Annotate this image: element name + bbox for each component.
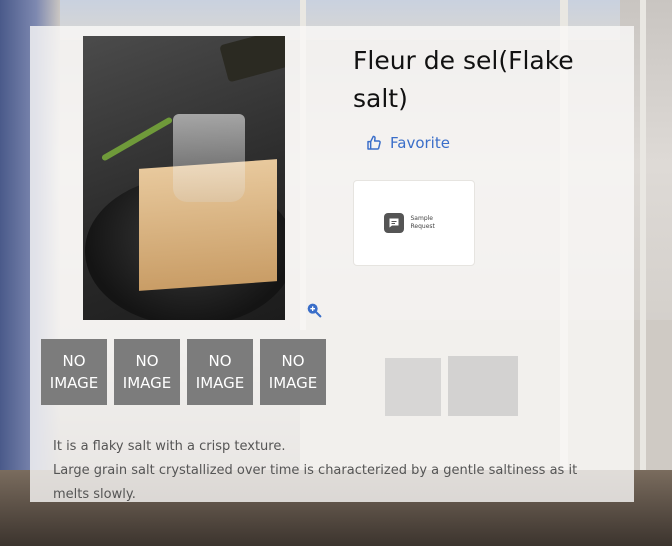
favorite-label: Favorite (390, 134, 450, 152)
thumbs-up-icon (366, 135, 382, 151)
description-line: Large grain salt crystallized over time … (53, 463, 578, 502)
thumbnail-text: IMAGE (49, 374, 99, 392)
product-title: Fleur de sel(Flake salt) (353, 46, 574, 113)
thumbnail-text: NO (62, 352, 86, 370)
photo-leaf (100, 116, 174, 162)
favorite-button[interactable]: Favorite (366, 134, 450, 152)
thumbnail-1[interactable]: NO IMAGE (41, 339, 107, 405)
thumbnail-text: IMAGE (268, 374, 318, 392)
chat-bubble-icon (383, 213, 404, 233)
background-frame-beam (640, 0, 646, 470)
product-description: It is a flaky salt with a crisp texture.… (53, 435, 613, 507)
zoom-in-icon[interactable] (306, 302, 322, 322)
thumbnail-text: NO (281, 352, 305, 370)
thumbnail-text: IMAGE (122, 374, 172, 392)
sample-request-label: Sample Request (410, 215, 435, 230)
product-main-image[interactable] (83, 36, 285, 320)
thumbnail-3[interactable]: NO IMAGE (187, 339, 253, 405)
description-line: It is a flaky salt with a crisp texture. (53, 439, 286, 454)
sample-request-button[interactable]: Sample Request (353, 180, 475, 266)
thumbnail-text: IMAGE (195, 374, 245, 392)
photo-bottle (219, 36, 285, 83)
thumbnail-text: NO (208, 352, 232, 370)
thumbnail-4[interactable]: NO IMAGE (260, 339, 326, 405)
thumbnail-2[interactable]: NO IMAGE (114, 339, 180, 405)
thumbnail-text: NO (135, 352, 159, 370)
photo-glass (173, 114, 245, 202)
